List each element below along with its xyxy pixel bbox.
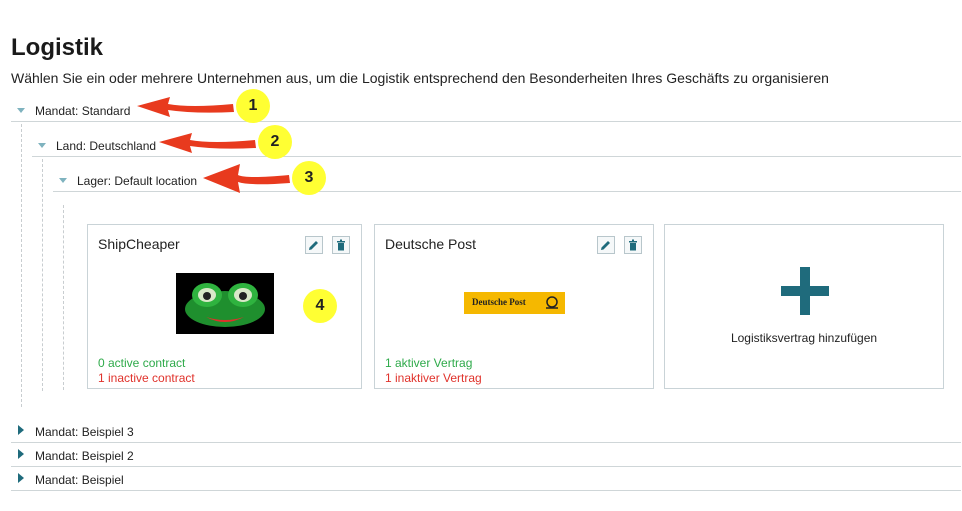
annotation-badge-3: 3 — [292, 161, 326, 195]
annotation-badge-2: 2 — [258, 125, 292, 159]
annotation-badge-4: 4 — [303, 289, 337, 323]
arrow-annotation-2 — [159, 133, 256, 153]
annotation-badge-1: 1 — [236, 89, 270, 123]
annotation-arrows — [137, 97, 290, 193]
arrow-annotation-1 — [137, 97, 234, 117]
arrow-annotation-3 — [203, 164, 290, 193]
